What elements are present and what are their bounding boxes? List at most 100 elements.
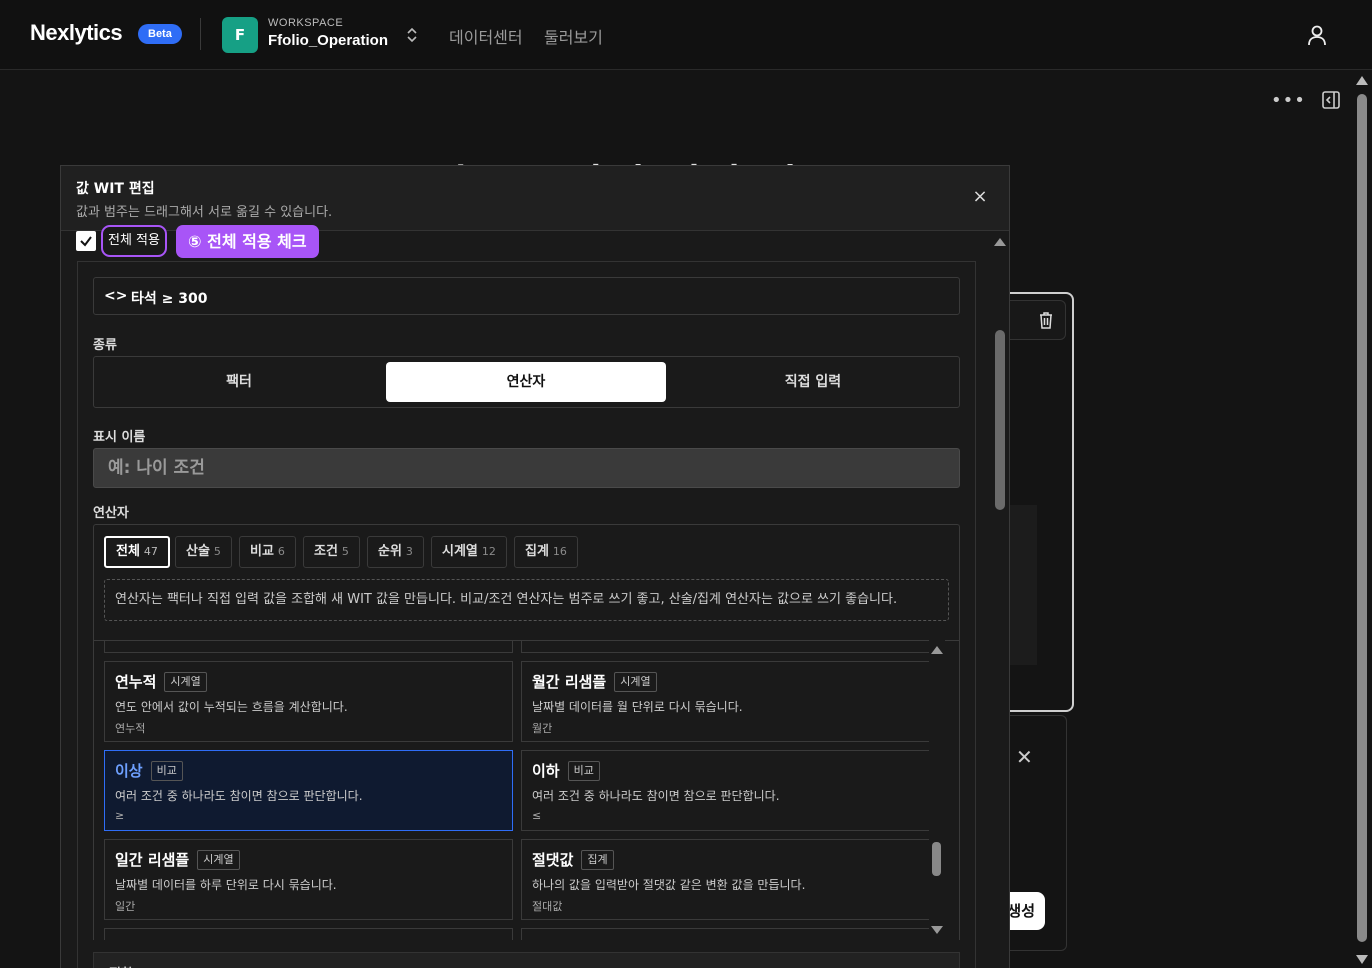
chip-label: 집계	[525, 544, 549, 559]
display-name-input[interactable]: 예: 나이 조건	[93, 448, 960, 488]
operator-card-partial[interactable]	[104, 641, 513, 653]
operator-tag: 시계열	[197, 850, 240, 870]
operator-symbol: ≥	[115, 809, 125, 822]
modal-subtitle: 값과 범주는 드래그해서 서로 옮길 수 있습니다.	[76, 205, 333, 220]
scroll-up-icon[interactable]	[1356, 76, 1368, 85]
operator-card-partial[interactable]	[521, 928, 930, 940]
operator-card-title: 연누적 시계열	[115, 671, 207, 692]
modal-header: 값 WIT 편집 값과 범주는 드래그해서 서로 옮길 수 있습니다. ×	[61, 166, 1009, 231]
filter-chip-arithmetic[interactable]: 산술 5	[175, 536, 232, 568]
operator-name: 이하	[532, 762, 560, 780]
filter-chip-all[interactable]: 전체 47	[104, 536, 170, 568]
operator-tag: 시계열	[164, 672, 207, 692]
app-logo[interactable]: Nexlytics	[30, 20, 123, 46]
filter-chip-comparison[interactable]: 비교 6	[239, 536, 296, 568]
operator-help-text: 연산자는 팩터나 직접 입력 값을 조합해 새 WIT 값을 만듭니다. 비교/…	[104, 579, 949, 621]
chip-label: 비교	[250, 544, 274, 559]
chip-label: 산술	[186, 544, 210, 559]
scroll-up-icon[interactable]	[994, 238, 1006, 246]
operator-list-scrollbar[interactable]	[929, 640, 945, 940]
operator-card-partial[interactable]	[104, 928, 513, 940]
workspace-label: WORKSPACE	[268, 17, 344, 29]
code-icon: <>	[104, 288, 128, 304]
operator-card[interactable]: 연누적 시계열 연도 안에서 값이 누적되는 흐름을 계산합니다. 연누적	[104, 661, 513, 742]
apply-all-checkbox[interactable]	[76, 231, 96, 251]
next-section-header: 집합	[93, 952, 960, 968]
chip-count: 5	[341, 545, 349, 558]
header-divider	[200, 18, 201, 50]
operator-symbol: 연누적	[115, 722, 146, 735]
operator-card-title: 이상 비교	[115, 760, 183, 781]
operator-desc: 여러 조건 중 하나라도 참이면 참으로 판단합니다.	[115, 789, 363, 803]
operator-card-title: 월간 리샘플 시계열	[532, 671, 657, 692]
window-scrollbar[interactable]	[1352, 70, 1372, 968]
operator-name: 일간 리샘플	[115, 851, 190, 869]
operator-card-title: 이하 비교	[532, 760, 600, 781]
display-name-label: 표시 이름	[93, 430, 146, 445]
chip-count: 3	[405, 545, 413, 558]
scroll-down-icon[interactable]	[1356, 955, 1368, 964]
type-segmented-control: 팩터 연산자 직접 입력	[93, 356, 960, 408]
operator-card[interactable]: 월간 리샘플 시계열 날짜별 데이터를 월 단위로 다시 묶습니다. 월간	[521, 661, 930, 742]
more-icon[interactable]: •••	[1271, 90, 1305, 111]
type-option-factor[interactable]: 팩터	[99, 362, 379, 402]
top-bar: Nexlytics Beta F WORKSPACE Ffolio_Operat…	[0, 0, 1372, 70]
chip-count: 16	[552, 545, 567, 558]
scroll-down-icon[interactable]	[931, 926, 943, 934]
operator-desc: 연도 안에서 값이 누적되는 흐름을 계산합니다.	[115, 700, 348, 714]
operator-symbol: 일간	[115, 900, 136, 913]
chip-label: 전체	[116, 544, 140, 559]
operator-name: 이상	[115, 762, 143, 780]
check-icon	[80, 236, 92, 247]
chevron-updown-icon[interactable]	[404, 26, 420, 44]
close-icon[interactable]: ✕	[1016, 745, 1036, 769]
filter-chip-aggregate[interactable]: 집계 16	[514, 536, 578, 568]
operator-card[interactable]: 일간 리샘플 시계열 날짜별 데이터를 하루 단위로 다시 묶습니다. 일간	[104, 839, 513, 920]
nav-datacenter[interactable]: 데이터센터	[449, 24, 523, 48]
modal-title: 값 WIT 편집	[76, 181, 155, 197]
operator-desc: 날짜별 데이터를 월 단위로 다시 묶습니다.	[532, 700, 743, 714]
operator-tag: 시계열	[614, 672, 657, 692]
operator-label: 연산자	[93, 506, 129, 521]
operator-card[interactable]: 절댓값 집계 하나의 값을 입력받아 절댓값 같은 변환 값을 만듭니다. 절대값	[521, 839, 930, 920]
operator-tag: 비교	[567, 761, 600, 781]
step-callout: ⑤ 전체 적용 체크	[176, 225, 319, 258]
operator-symbol: ≤	[532, 809, 542, 822]
type-option-operator[interactable]: 연산자	[386, 362, 666, 402]
user-icon[interactable]	[1306, 24, 1328, 46]
operator-tag: 집계	[581, 850, 614, 870]
next-section-label: 집합	[109, 963, 133, 968]
trash-icon[interactable]	[1036, 310, 1056, 330]
formula-preview[interactable]: <> 타석 ≥ 300	[93, 277, 960, 315]
chip-label: 조건	[314, 544, 338, 559]
type-label: 종류	[93, 338, 117, 353]
operator-card-title: 절댓값 집계	[532, 849, 614, 870]
operator-name: 연누적	[115, 673, 157, 691]
operator-filter-box: 전체 47 산술 5 비교 6 조건 5 순위 3 시계열 12 집계 16 연산자는 팩터나…	[93, 524, 960, 640]
scroll-thumb[interactable]	[995, 330, 1005, 510]
operator-card-partial[interactable]	[521, 641, 930, 653]
modal-close-button[interactable]: ×	[969, 186, 991, 208]
beta-badge: Beta	[138, 24, 182, 44]
scroll-up-icon[interactable]	[931, 646, 943, 654]
scroll-thumb[interactable]	[932, 842, 941, 876]
workspace-avatar[interactable]: F	[222, 17, 258, 53]
type-option-direct[interactable]: 직접 입력	[673, 362, 953, 402]
nav-explore[interactable]: 둘러보기	[544, 24, 603, 48]
workspace-name[interactable]: Ffolio_Operation	[268, 32, 388, 49]
operator-card[interactable]: 이하 비교 여러 조건 중 하나라도 참이면 참으로 판단합니다. ≤	[521, 750, 930, 831]
modal-scrollbar[interactable]	[991, 232, 1009, 968]
apply-all-label[interactable]: 전체 적용	[101, 225, 167, 257]
filter-chip-timeseries[interactable]: 시계열 12	[431, 536, 507, 568]
sidebar-toggle-icon[interactable]	[1321, 90, 1341, 110]
chip-label: 순위	[378, 544, 402, 559]
filter-chip-rank[interactable]: 순위 3	[367, 536, 424, 568]
operator-card-selected[interactable]: 이상 비교 여러 조건 중 하나라도 참이면 참으로 판단합니다. ≥	[104, 750, 513, 831]
formula-text: 타석 ≥ 300	[131, 291, 208, 307]
operator-name: 절댓값	[532, 851, 574, 869]
chip-label: 시계열	[442, 544, 478, 559]
operator-card-title: 일간 리샘플 시계열	[115, 849, 240, 870]
filter-chip-condition[interactable]: 조건 5	[303, 536, 360, 568]
operator-list[interactable]: 연누적 시계열 연도 안에서 값이 누적되는 흐름을 계산합니다. 연누적 월간 …	[93, 640, 960, 940]
scroll-thumb[interactable]	[1357, 94, 1367, 942]
